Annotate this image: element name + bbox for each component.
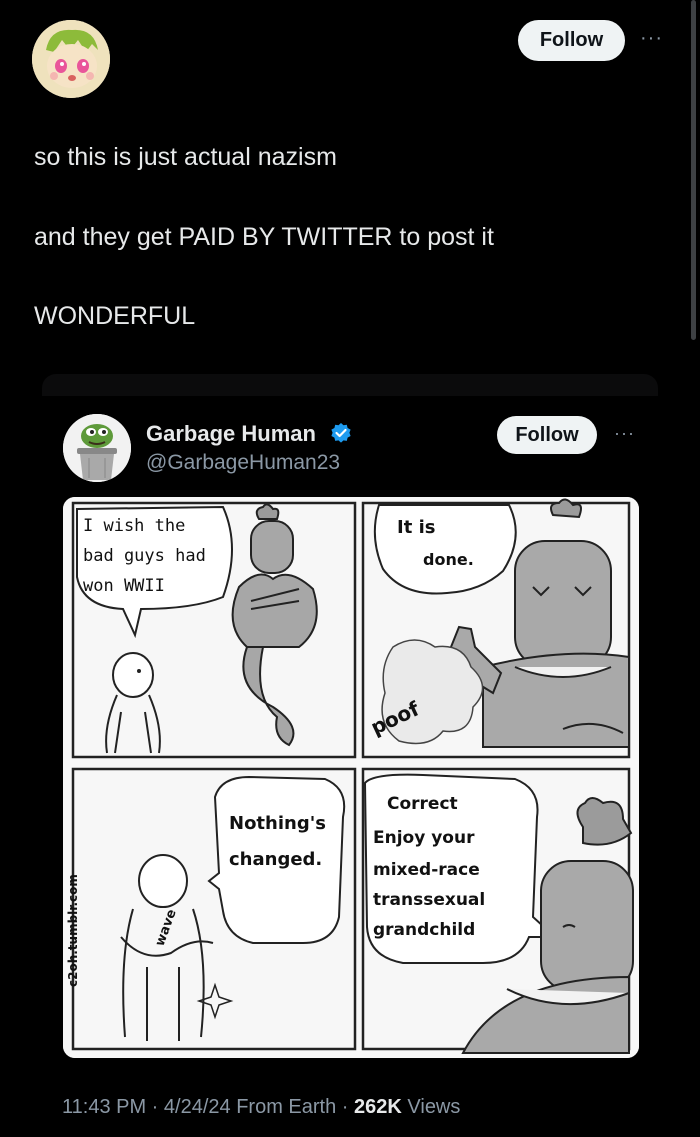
post-metadata: 11:43 PM · 4/24/24 From Earth · 262K Vie…	[62, 1096, 461, 1118]
panel4-text-line: mixed-race	[373, 860, 480, 880]
post-text-line: and they get PAID BY TWITTER to post it	[34, 223, 494, 251]
panel4-text-line: Correct	[387, 794, 458, 814]
panel2-text-line: It is	[397, 517, 435, 538]
panel1-text-line: won WWII	[83, 576, 165, 596]
verified-badge-icon	[331, 423, 351, 443]
panel4-text-line: grandchild	[373, 920, 475, 940]
panel1-text-line: I wish the	[83, 516, 185, 536]
comic-image[interactable]: I wish the bad guys had won WWII It is d…	[63, 497, 639, 1058]
panel3-text-line: changed.	[229, 849, 322, 870]
post-date[interactable]: 4/24/24	[164, 1096, 231, 1118]
views-count: 262K	[354, 1096, 402, 1118]
quoted-follow-button[interactable]: Follow	[497, 416, 597, 454]
post-time[interactable]: 11:43 PM	[62, 1096, 146, 1118]
post-text-line: so this is just actual nazism	[34, 143, 337, 171]
quoted-author-avatar[interactable]	[63, 414, 131, 482]
anime-avatar-icon	[32, 20, 110, 98]
comic-watermark: c2oh.tumblr.com	[66, 874, 80, 987]
views-label: Views	[407, 1096, 461, 1118]
pepe-trashcan-icon	[63, 414, 131, 482]
panel2-text-line: done.	[423, 550, 474, 569]
scrollbar[interactable]	[691, 0, 696, 340]
panel1-text-line: bad guys had	[83, 546, 206, 566]
panel4-text-line: Enjoy your	[373, 828, 475, 848]
quoted-handle[interactable]: @GarbageHuman23	[146, 451, 340, 475]
quoted-display-name[interactable]: Garbage Human	[146, 421, 316, 447]
more-options-icon[interactable]: ···	[640, 28, 663, 48]
post-text-line: WONDERFUL	[34, 302, 196, 330]
quoted-more-options-icon[interactable]: ···	[614, 424, 635, 442]
quoted-card-edge	[42, 374, 658, 396]
panel3-text-line: Nothing's	[229, 813, 326, 834]
follow-button[interactable]: Follow	[518, 20, 625, 61]
author-avatar[interactable]	[32, 20, 110, 98]
panel4-text-line: transsexual	[373, 890, 485, 910]
post-source: From Earth	[236, 1096, 337, 1118]
